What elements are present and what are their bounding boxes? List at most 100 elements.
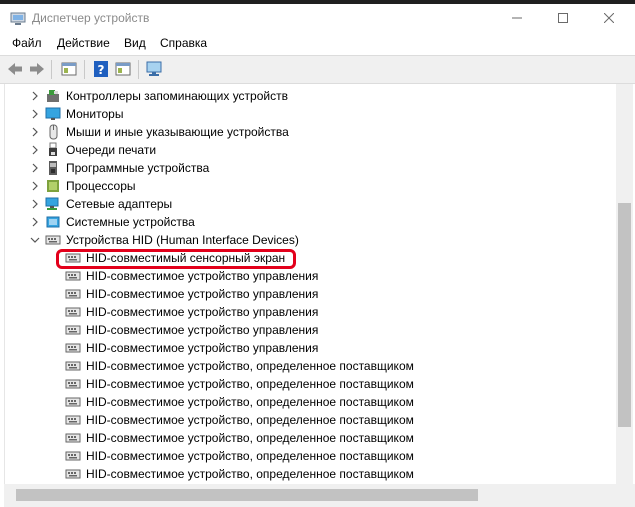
tree-child-label: HID-совместимое устройство, определенное… [86, 413, 414, 427]
window-title: Диспетчер устройств [32, 11, 150, 25]
forward-arrow-icon[interactable] [28, 60, 46, 78]
toolbar-separator [138, 60, 139, 79]
tree-item-software-devices[interactable]: Программные устройства [5, 159, 617, 177]
chevron-right-icon[interactable] [29, 215, 41, 229]
tree-child-label: HID-совместимое устройство, определенное… [86, 377, 414, 391]
toolbar-separator [51, 60, 52, 79]
tree-child-label: HID-совместимое устройство, определенное… [86, 467, 414, 481]
tree-item-label: Устройства HID (Human Interface Devices) [66, 233, 299, 247]
maximize-icon [558, 13, 568, 23]
chevron-down-icon[interactable] [29, 233, 41, 247]
tree-item-hid-devices[interactable]: Устройства HID (Human Interface Devices) [5, 231, 617, 249]
tree-item-label: Мыши и иные указывающие устройства [66, 125, 289, 139]
monitor-icon [45, 107, 61, 120]
scan-hardware-monitor-icon[interactable] [145, 60, 163, 78]
tree-child[interactable]: HID-совместимое устройство управления [5, 339, 617, 357]
hid-device-icon [65, 415, 81, 425]
hid-device-icon [65, 379, 81, 389]
svg-text:?: ? [98, 63, 105, 77]
toolbar: ? [0, 55, 635, 84]
device-tree[interactable]: Контроллеры запоминающих устройств Монит… [4, 84, 617, 484]
close-button[interactable] [586, 4, 632, 32]
tree-child[interactable]: HID-совместимое устройство, определенное… [5, 447, 617, 465]
tree-item-monitors[interactable]: Мониторы [5, 105, 617, 123]
tree-child-label: HID-совместимое устройство управления [86, 287, 319, 301]
tree-item-label: Процессоры [66, 179, 136, 193]
chevron-right-icon[interactable] [29, 197, 41, 211]
title-bar[interactable]: Диспетчер устройств [0, 4, 635, 32]
storage-controller-icon [47, 90, 59, 102]
chevron-right-icon[interactable] [29, 125, 41, 139]
network-adapter-icon [45, 197, 59, 210]
tree-child[interactable]: HID-совместимое устройство, определенное… [5, 375, 617, 393]
horizontal-scroll-thumb[interactable] [16, 489, 478, 501]
system-device-icon [46, 216, 60, 228]
tree-child-label: HID-совместимое устройство, определенное… [86, 431, 414, 445]
tree-item-storage-controllers[interactable]: Контроллеры запоминающих устройств [5, 87, 617, 105]
hid-device-icon [65, 451, 81, 461]
close-icon [604, 13, 614, 23]
menu-file[interactable]: Файл [12, 36, 42, 50]
menu-view[interactable]: Вид [124, 36, 146, 50]
back-arrow-icon[interactable] [6, 60, 24, 78]
horizontal-scrollbar[interactable] [4, 484, 616, 507]
tree-child-label: HID-совместимое устройство, определенное… [86, 449, 414, 463]
hid-device-icon [65, 325, 81, 335]
tree-item-processors[interactable]: Процессоры [5, 177, 617, 195]
tree-item-label: Сетевые адаптеры [66, 197, 173, 211]
help-icon[interactable]: ? [92, 60, 110, 78]
tree-item-mice[interactable]: Мыши и иные указывающие устройства [5, 123, 617, 141]
highlight-box [56, 249, 296, 269]
tree-child[interactable]: HID-совместимое устройство управления [5, 321, 617, 339]
device-manager-app-icon [10, 12, 26, 25]
tree-item-label: Очереди печати [66, 143, 157, 157]
hid-device-icon [65, 271, 81, 281]
menu-bar: Файл Действие Вид Справка [0, 32, 635, 54]
tree-child[interactable]: HID-совместимое устройство, определенное… [5, 465, 617, 483]
tree-child[interactable]: HID-совместимое устройство, определенное… [5, 429, 617, 447]
menu-action[interactable]: Действие [57, 36, 110, 50]
tree-item-print-queues[interactable]: Очереди печати [5, 141, 617, 159]
tree-child-label: HID-совместимое устройство управления [86, 305, 319, 319]
tree-child-label: HID-совместимое устройство, определенное… [86, 395, 414, 409]
tree-child[interactable]: HID-совместимое устройство управления [5, 285, 617, 303]
properties-window-icon[interactable] [60, 60, 78, 78]
hid-device-icon [65, 307, 81, 317]
hid-device-icon [65, 397, 81, 407]
minimize-button[interactable] [494, 4, 540, 32]
tree-item-label: Программные устройства [66, 161, 210, 175]
tree-child-label: HID-совместимое устройство управления [86, 269, 319, 283]
tree-child-label: HID-совместимое устройство, определенное… [86, 359, 414, 373]
printer-icon [49, 142, 57, 156]
update-driver-window-icon[interactable] [114, 60, 132, 78]
tree-child[interactable]: HID-совместимое устройство, определенное… [5, 357, 617, 375]
tree-item-label: Контроллеры запоминающих устройств [66, 89, 288, 103]
mouse-icon [49, 124, 58, 140]
vertical-scrollbar[interactable] [616, 84, 633, 484]
hid-device-icon [65, 361, 81, 371]
tree-child[interactable]: HID-совместимое устройство управления [5, 303, 617, 321]
tree-child-label: HID-совместимое устройство управления [86, 323, 319, 337]
tree-item-system-devices[interactable]: Системные устройства [5, 213, 617, 231]
chevron-right-icon[interactable] [29, 89, 41, 103]
software-device-icon [49, 161, 57, 175]
tree-item-network-adapters[interactable]: Сетевые адаптеры [5, 195, 617, 213]
toolbar-separator [84, 60, 85, 79]
maximize-button[interactable] [540, 4, 586, 32]
minimize-icon [512, 17, 522, 19]
chevron-right-icon[interactable] [29, 179, 41, 193]
tree-child[interactable]: HID-совместимое устройство, определенное… [5, 393, 617, 411]
chevron-right-icon[interactable] [29, 161, 41, 175]
hid-icon [45, 235, 61, 245]
processor-icon [47, 180, 59, 192]
tree-child[interactable]: HID-совместимое устройство, определенное… [5, 411, 617, 429]
hid-device-icon [65, 469, 81, 479]
hid-device-icon [65, 289, 81, 299]
vertical-scroll-thumb[interactable] [618, 203, 631, 427]
menu-help[interactable]: Справка [160, 36, 207, 50]
tree-child[interactable]: HID-совместимое устройство управления [5, 267, 617, 285]
chevron-right-icon[interactable] [29, 107, 41, 121]
chevron-right-icon[interactable] [29, 143, 41, 157]
hid-device-icon [65, 343, 81, 353]
tree-child-label: HID-совместимое устройство управления [86, 341, 319, 355]
